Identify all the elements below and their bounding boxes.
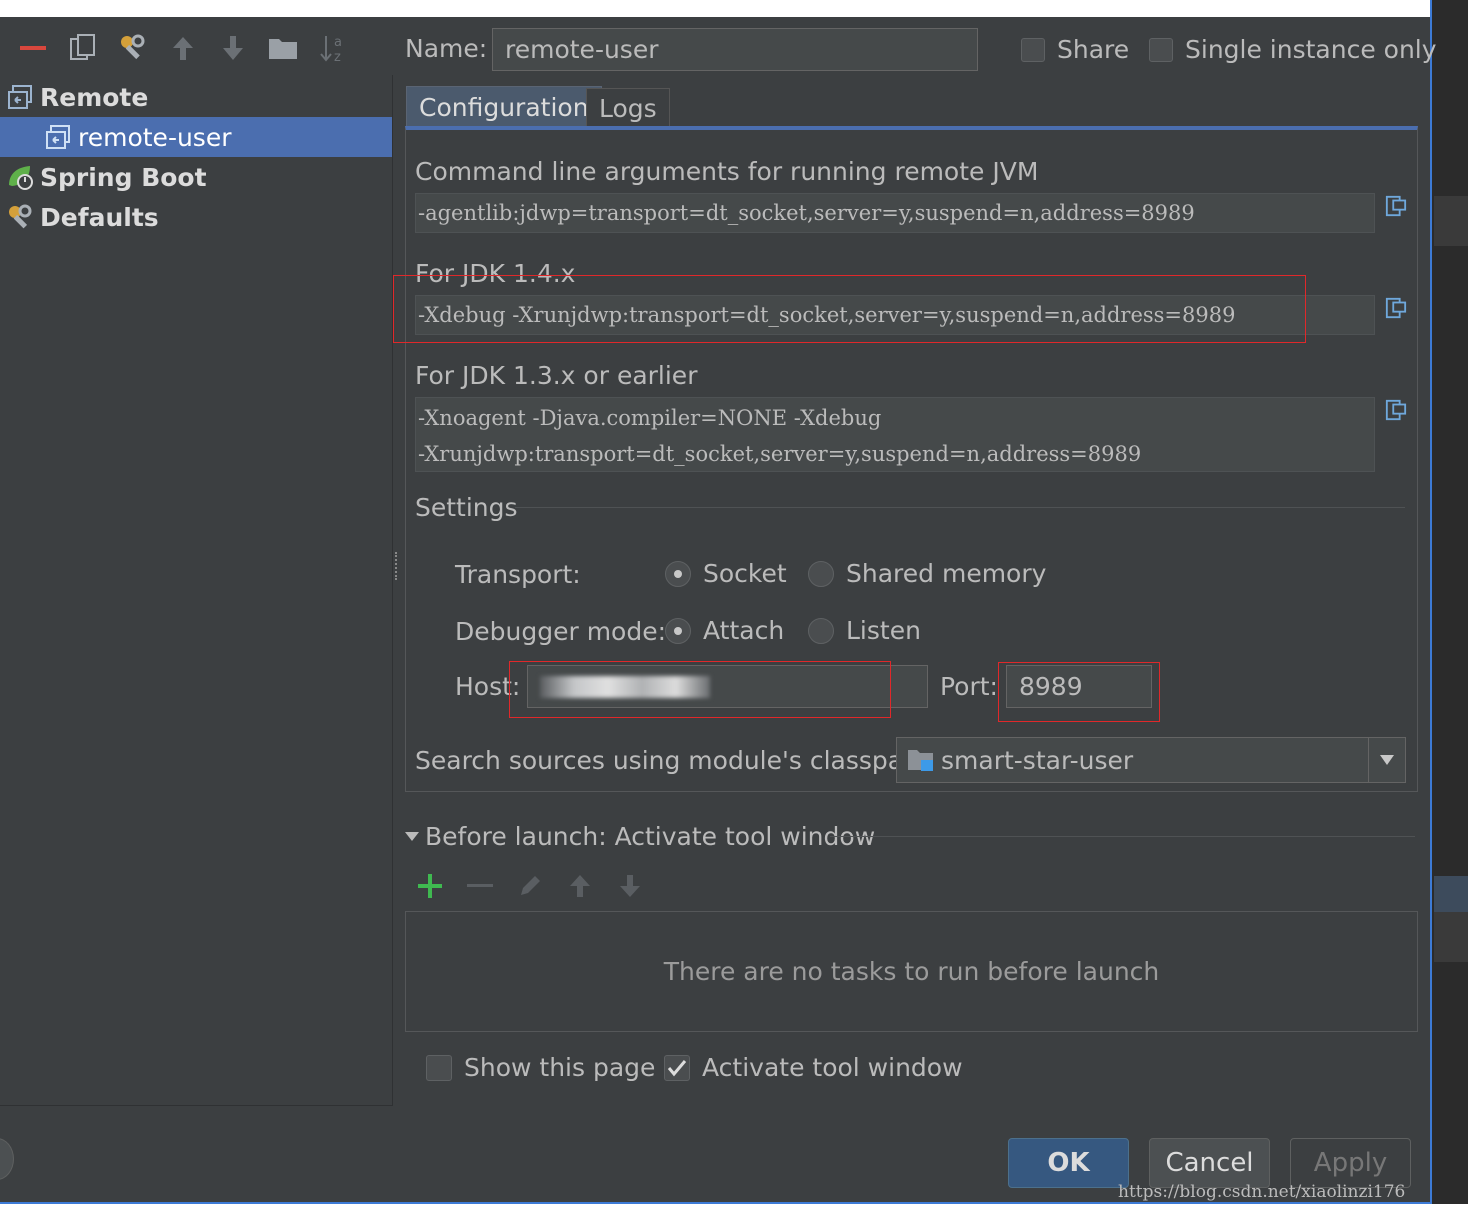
copy-icon[interactable]	[67, 32, 99, 64]
transport-socket-radio[interactable]: Socket	[665, 559, 787, 588]
folder-icon[interactable]	[267, 32, 299, 64]
highlight-box	[998, 662, 1160, 722]
tree-label: Defaults	[40, 202, 159, 232]
tree-label: Spring Boot	[40, 162, 207, 192]
cancel-button[interactable]: Cancel	[1149, 1138, 1270, 1188]
background-block	[1434, 912, 1468, 962]
radio-label: Socket	[703, 559, 787, 588]
checkmark-icon[interactable]	[664, 1054, 690, 1081]
radio-button[interactable]	[665, 617, 691, 644]
checkbox-box[interactable]	[1149, 37, 1173, 62]
name-label: Name:	[405, 34, 488, 63]
port-label: Port:	[940, 672, 998, 701]
radio-label: Shared memory	[846, 559, 1047, 588]
debugger-listen-radio[interactable]: Listen	[808, 616, 921, 645]
arrow-down-icon[interactable]	[615, 871, 645, 901]
transport-label: Transport:	[455, 560, 581, 589]
tab-logs[interactable]: Logs	[586, 88, 670, 128]
ok-button[interactable]: OK	[1008, 1138, 1129, 1188]
radio-label: Attach	[703, 616, 785, 645]
radio-label: Listen	[846, 616, 921, 645]
svg-text:a: a	[334, 35, 342, 50]
classpath-label: Search sources using module's classpath:	[415, 746, 938, 775]
share-checkbox[interactable]: Share	[1021, 35, 1129, 64]
copy-to-clipboard-icon[interactable]	[1385, 193, 1407, 219]
single-instance-label: Single instance only	[1185, 35, 1437, 64]
radio-button[interactable]	[808, 560, 834, 587]
jdk13-line: -Xrunjdwp:transport=dt_socket,server=y,s…	[418, 442, 1142, 466]
transport-shared-radio[interactable]: Shared memory	[808, 559, 1046, 588]
activate-tool-window-label: Activate tool window	[702, 1053, 963, 1082]
splitter-handle[interactable]	[395, 552, 401, 580]
settings-title: Settings	[415, 493, 518, 522]
before-launch-title: Before launch: Activate tool window	[425, 822, 876, 851]
jdk13-args-field[interactable]: -Xnoagent -Djava.compiler=NONE -Xdebug -…	[415, 397, 1375, 472]
highlight-box	[393, 275, 1306, 343]
tree-label: remote-user	[78, 122, 232, 152]
jdk13-label: For JDK 1.3.x or earlier	[415, 361, 698, 390]
tree-item-defaults[interactable]: Defaults	[0, 197, 392, 237]
settings-separator	[515, 507, 1405, 508]
dialog-border-right	[1430, 0, 1432, 1205]
svg-text:z: z	[334, 50, 341, 64]
sort-alpha-icon[interactable]: az	[317, 32, 349, 64]
cmd-args-label: Command line arguments for running remot…	[415, 157, 1039, 186]
window-top-strip	[0, 0, 1430, 17]
name-input[interactable]: remote-user	[492, 28, 978, 71]
classpath-select[interactable]: smart-star-user	[896, 737, 1406, 783]
remote-icon	[6, 83, 34, 111]
arrow-up-icon[interactable]	[167, 32, 199, 64]
activate-tool-window-checkbox[interactable]: Activate tool window	[664, 1053, 963, 1082]
tree-item-remote-user[interactable]: remote-user	[0, 117, 392, 157]
show-page-label: Show this page	[464, 1053, 656, 1082]
minus-icon[interactable]	[17, 32, 49, 64]
copy-to-clipboard-icon[interactable]	[1385, 397, 1407, 423]
background-block	[1434, 196, 1468, 246]
debugger-attach-radio[interactable]: Attach	[665, 616, 784, 645]
wrench-icon[interactable]	[117, 32, 149, 64]
help-button[interactable]	[0, 1138, 14, 1180]
background-block	[1434, 876, 1468, 912]
tree-label: Remote	[40, 82, 149, 112]
remove-icon[interactable]	[465, 871, 495, 901]
jdk13-line: -Xnoagent -Djava.compiler=NONE -Xdebug	[418, 406, 882, 430]
add-icon[interactable]	[415, 871, 445, 901]
chevron-down-icon[interactable]	[1368, 738, 1405, 782]
show-page-checkbox[interactable]: Show this page	[426, 1053, 655, 1082]
before-launch-header[interactable]: Before launch: Activate tool window	[405, 822, 875, 851]
watermark-text: https://blog.csdn.net/xiaolinzi176	[1118, 1182, 1406, 1202]
empty-tasks-text: There are no tasks to run before launch	[663, 957, 1160, 986]
debugger-mode-label: Debugger mode:	[455, 617, 667, 646]
before-launch-task-list: There are no tasks to run before launch	[405, 911, 1418, 1032]
arrow-up-icon[interactable]	[565, 871, 595, 901]
checkbox-box[interactable]	[426, 1054, 452, 1081]
radio-button[interactable]	[808, 617, 834, 644]
spring-boot-icon	[6, 163, 34, 191]
arrow-down-icon[interactable]	[217, 32, 249, 64]
tree-item-spring-boot[interactable]: Spring Boot	[0, 157, 392, 197]
tab-configuration[interactable]: Configuration	[406, 86, 602, 128]
background-window-strip	[1430, 0, 1468, 1213]
highlight-box	[509, 661, 891, 718]
screen-bottom-strip	[0, 1204, 1468, 1213]
checkbox-box[interactable]	[1021, 37, 1045, 62]
triangle-down-icon[interactable]	[405, 831, 419, 842]
share-label: Share	[1057, 35, 1130, 64]
single-instance-checkbox[interactable]: Single instance only	[1149, 35, 1437, 64]
apply-button[interactable]: Apply	[1290, 1138, 1411, 1188]
edit-icon[interactable]	[515, 871, 545, 901]
remote-icon	[44, 123, 72, 151]
module-folder-icon	[907, 747, 935, 773]
before-launch-separator	[830, 836, 1415, 837]
radio-button[interactable]	[665, 560, 691, 587]
cmd-args-field[interactable]: -agentlib:jdwp=transport=dt_socket,serve…	[415, 193, 1375, 233]
copy-to-clipboard-icon[interactable]	[1385, 295, 1407, 321]
tree-item-remote[interactable]: Remote	[0, 77, 392, 117]
wrench-icon	[6, 203, 34, 231]
classpath-value: smart-star-user	[941, 745, 1134, 775]
